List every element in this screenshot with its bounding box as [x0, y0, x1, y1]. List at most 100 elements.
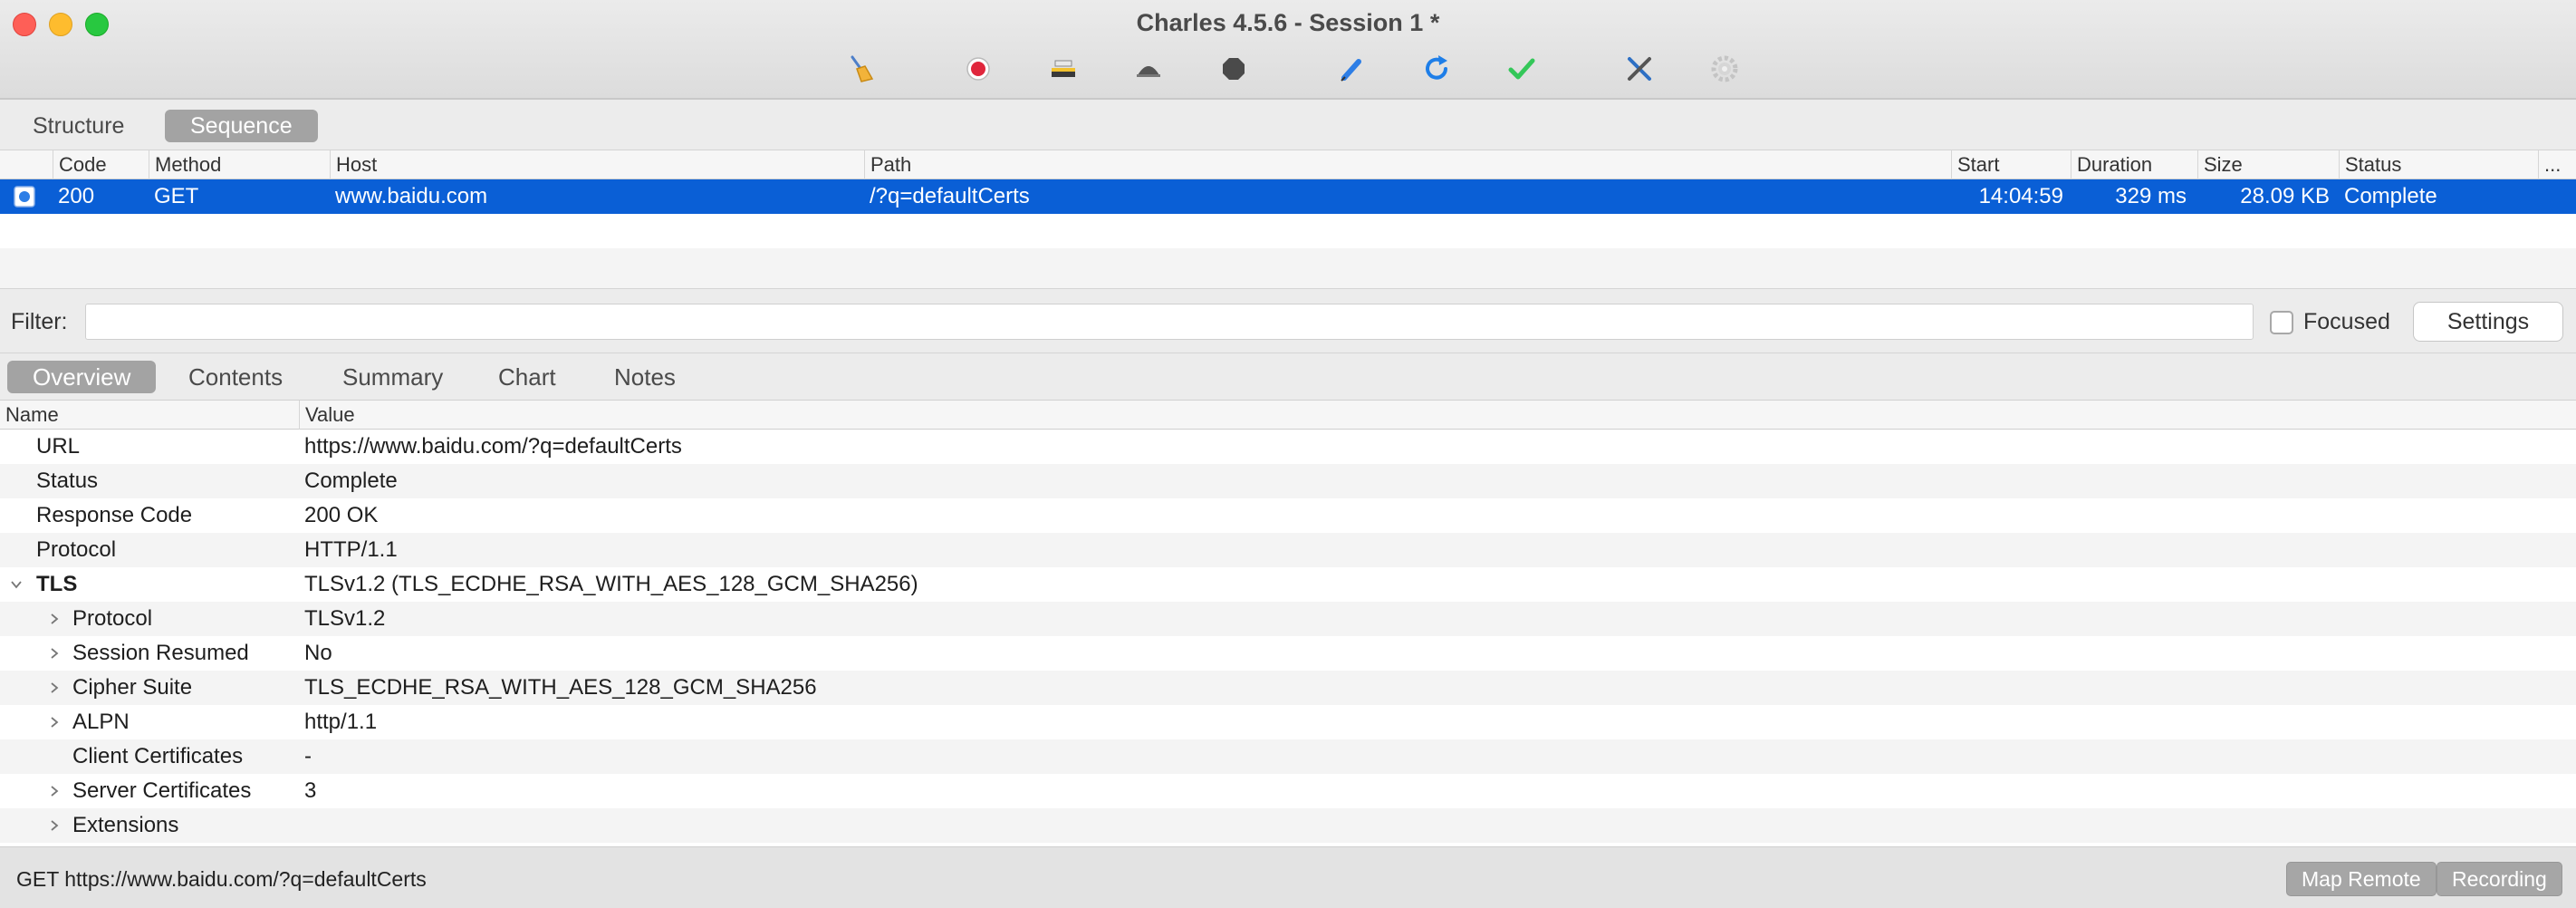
detail-tabs: Overview Contents Summary Chart Notes	[0, 353, 2576, 401]
compose-button[interactable]	[1333, 51, 1370, 87]
row-value: No	[304, 641, 332, 665]
repeat-button[interactable]	[1418, 51, 1455, 87]
throttle-icon	[1052, 60, 1075, 77]
tree-row-session-resumed[interactable]: Session Resumed No	[0, 636, 2576, 671]
table-row[interactable]: 200 GET www.baidu.com /?q=defaultCerts 1…	[0, 179, 2576, 214]
record-button[interactable]	[960, 51, 996, 87]
column-value[interactable]: Value	[299, 401, 2576, 430]
tree-row-protocol[interactable]: Protocol HTTP/1.1	[0, 533, 2576, 567]
column-host[interactable]: Host	[330, 150, 864, 179]
tab-overview[interactable]: Overview	[7, 361, 157, 393]
gear-icon	[1711, 55, 1738, 82]
tools-button[interactable]	[1621, 51, 1658, 87]
tree-row-url[interactable]: URL https://www.baidu.com/?q=defaultCert…	[0, 430, 2576, 464]
row-value: -	[304, 744, 312, 768]
filter-label: Filter:	[11, 309, 68, 334]
row-value: TLS_ECDHE_RSA_WITH_AES_128_GCM_SHA256	[304, 675, 817, 700]
chevron-right-icon[interactable]	[43, 808, 65, 843]
empty-row	[0, 214, 2576, 248]
empty-row	[0, 248, 2576, 288]
cell-start: 14:04:59	[1978, 184, 2063, 208]
row-name: URL	[36, 434, 81, 459]
tree-row-server-certificates[interactable]: Server Certificates 3	[0, 774, 2576, 808]
refresh-icon	[1426, 55, 1447, 80]
row-name: Server Certificates	[72, 778, 252, 803]
row-value: 200 OK	[304, 503, 379, 527]
column-code[interactable]: Code	[53, 150, 149, 179]
column-duration[interactable]: Duration	[2071, 150, 2197, 179]
pen-icon	[1341, 59, 1361, 82]
status-bar: GET https://www.baidu.com/?q=defaultCert…	[0, 846, 2576, 908]
row-value: TLSv1.2	[304, 606, 386, 631]
column-path[interactable]: Path	[864, 150, 1951, 179]
cell-size: 28.09 KB	[2240, 184, 2330, 208]
row-name: Session Resumed	[72, 641, 249, 665]
row-name: TLS	[36, 572, 78, 596]
row-name: Extensions	[72, 813, 179, 837]
column-status[interactable]: Status	[2339, 150, 2538, 179]
tab-structure[interactable]: Structure	[7, 110, 149, 142]
tree-row-response-code[interactable]: Response Code 200 OK	[0, 498, 2576, 533]
focused-checkbox[interactable]	[2270, 311, 2293, 334]
map-remote-button[interactable]: Map Remote	[2286, 862, 2437, 896]
breakpoints-button[interactable]	[1130, 51, 1167, 87]
row-name: Status	[36, 468, 99, 493]
focused-label: Focused	[2303, 309, 2390, 334]
row-name: ALPN	[72, 710, 130, 734]
cell-status: Complete	[2344, 184, 2437, 208]
column-method[interactable]: Method	[149, 150, 330, 179]
tab-notes[interactable]: Notes	[589, 361, 701, 393]
row-value: 3	[304, 778, 317, 803]
tree-row-client-certificates[interactable]: Client Certificates -	[0, 739, 2576, 774]
chevron-right-icon[interactable]	[43, 774, 65, 808]
clear-session-button[interactable]	[842, 51, 879, 87]
tools-icon	[1628, 57, 1651, 81]
tree-row-cipher-suite[interactable]: Cipher Suite TLS_ECDHE_RSA_WITH_AES_128_…	[0, 671, 2576, 705]
check-icon	[1508, 58, 1535, 80]
validate-button[interactable]	[1504, 51, 1540, 87]
column-start[interactable]: Start	[1951, 150, 2071, 179]
row-name: Cipher Suite	[72, 675, 193, 700]
row-value: TLSv1.2 (TLS_ECDHE_RSA_WITH_AES_128_GCM_…	[304, 572, 918, 596]
column-name[interactable]: Name	[0, 401, 299, 430]
cell-method: GET	[154, 184, 199, 208]
cell-duration: 329 ms	[2115, 184, 2187, 208]
tab-contents[interactable]: Contents	[163, 361, 308, 393]
cell-path: /?q=defaultCerts	[870, 184, 1030, 208]
tree-row-tls[interactable]: TLS TLSv1.2 (TLS_ECDHE_RSA_WITH_AES_128_…	[0, 567, 2576, 602]
chevron-right-icon[interactable]	[43, 671, 65, 705]
chevron-down-icon[interactable]	[5, 567, 27, 602]
record-icon	[966, 57, 990, 81]
row-name: Response Code	[36, 503, 193, 527]
tab-summary[interactable]: Summary	[317, 361, 468, 393]
broom-icon	[851, 55, 874, 82]
chevron-right-icon[interactable]	[43, 636, 65, 671]
tab-sequence[interactable]: Sequence	[165, 110, 318, 142]
turtle-icon	[1137, 66, 1160, 77]
column-more[interactable]: ...	[2538, 150, 2576, 179]
tab-chart[interactable]: Chart	[473, 361, 582, 393]
stop-button[interactable]	[1216, 51, 1252, 87]
tree-row-alpn[interactable]: ALPN http/1.1	[0, 705, 2576, 739]
view-tabs: Structure Sequence	[0, 100, 2576, 150]
row-value: http/1.1	[304, 710, 378, 734]
status-text: GET https://www.baidu.com/?q=defaultCert…	[16, 867, 427, 891]
overview-tree: URL https://www.baidu.com/?q=defaultCert…	[0, 430, 2576, 846]
settings-gear-button[interactable]	[1706, 51, 1743, 87]
title-bar: Charles 4.5.6 - Session 1 *	[0, 0, 2576, 100]
settings-button[interactable]: Settings	[2413, 302, 2563, 342]
tree-row-status[interactable]: Status Complete	[0, 464, 2576, 498]
stop-icon	[1223, 58, 1245, 80]
recording-button[interactable]: Recording	[2437, 862, 2562, 896]
chevron-right-icon[interactable]	[43, 602, 65, 636]
filter-bar: Filter: Focused Settings	[0, 288, 2576, 353]
tree-row-extensions[interactable]: Extensions	[0, 808, 2576, 843]
tree-row-tls-protocol[interactable]: Protocol TLSv1.2	[0, 602, 2576, 636]
throttle-button[interactable]	[1045, 51, 1081, 87]
filter-input[interactable]	[85, 304, 2254, 340]
column-size[interactable]: Size	[2197, 150, 2339, 179]
row-name: Protocol	[36, 537, 117, 562]
window-title: Charles 4.5.6 - Session 1 *	[1136, 9, 1440, 36]
chevron-right-icon[interactable]	[43, 705, 65, 739]
overview-table-header: Name Value	[0, 401, 2576, 430]
